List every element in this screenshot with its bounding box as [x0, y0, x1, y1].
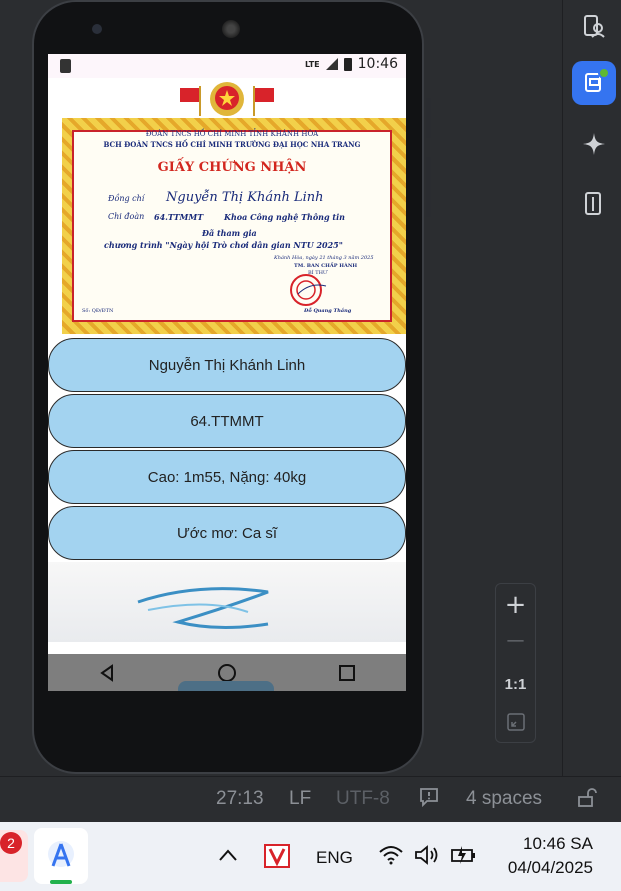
committee-text: TM. BAN CHẤP HÀNH	[294, 263, 358, 269]
body-stats-button[interactable]: Cao: 1m55, Nặng: 40kg	[48, 450, 406, 504]
dream-button[interactable]: Ước mơ: Ca sĩ	[48, 506, 406, 560]
volume-icon[interactable]	[414, 844, 440, 866]
certificate-title: GIẤY CHỨNG NHẬN	[157, 160, 307, 175]
battery-icon	[343, 57, 352, 71]
org-line-2: BCH ĐOÀN TNCS HỒ CHÍ MINH TRƯỜNG ĐẠI HỌC…	[103, 140, 361, 149]
gemini-sparkle-icon[interactable]	[572, 122, 616, 166]
official-seal-icon	[290, 274, 327, 306]
line-ending[interactable]: LF	[289, 788, 311, 810]
android-studio-taskbar-button[interactable]	[34, 828, 88, 884]
back-icon[interactable]	[98, 663, 116, 682]
taskbar-date[interactable]: 04/04/2025	[508, 858, 593, 878]
running-devices-icon[interactable]	[572, 61, 616, 105]
signal-icon	[325, 58, 338, 70]
wifi-icon[interactable]	[378, 844, 404, 866]
national-emblem-icon	[180, 82, 274, 116]
volume-button[interactable]	[426, 98, 431, 138]
zoom-in-button[interactable]: +	[496, 590, 535, 620]
read-only-lock-icon[interactable]	[576, 787, 598, 815]
program-text: chương trình "Ngày hội Trò chơi dân gian…	[104, 240, 343, 250]
battery-charging-icon[interactable]	[450, 844, 476, 866]
certificate-image: ĐOÀN TNCS HỒ CHÍ MINH TỈNH KHÁNH HÒA BCH…	[48, 78, 406, 338]
active-indicator-icon	[598, 67, 610, 79]
right-tool-window-bar	[562, 0, 621, 776]
recents-icon[interactable]	[338, 664, 356, 682]
language-indicator[interactable]: ENG	[316, 848, 353, 868]
water-splash-icon	[137, 587, 269, 630]
taskbar-time[interactable]: 10:46 SA	[523, 834, 593, 854]
place-date: Khánh Hòa, ngày 21 tháng 3 năm 2025	[274, 255, 374, 261]
fit-screen-icon[interactable]	[496, 712, 535, 736]
certificate-number: Số: QĐ/ĐTN	[82, 308, 114, 314]
windows-taskbar: 2 ENG 10:46 SA 04/04/2025	[0, 822, 621, 891]
bottom-handle	[178, 681, 274, 691]
indent-setting[interactable]: 4 spaces	[466, 788, 542, 810]
status-bar: LTE 10:46	[48, 54, 406, 78]
actual-size-button[interactable]: 1:1	[496, 676, 535, 693]
signer-name: Đỗ Quang Thắng	[304, 308, 352, 314]
earpiece-icon	[222, 20, 240, 38]
label-comrade: Đồng chí	[108, 194, 145, 203]
chevron-up-icon[interactable]	[218, 848, 238, 862]
org-line-1: ĐOÀN TNCS HỒ CHÍ MINH TỈNH KHÁNH HÒA	[145, 130, 319, 138]
network-type: LTE	[304, 59, 320, 69]
branch-value: 64.TTMMT	[154, 212, 204, 222]
name-button[interactable]: Nguyễn Thị Khánh Linh	[48, 338, 406, 392]
class-button[interactable]: 64.TTMMT	[48, 394, 406, 448]
participated-text: Đã tham gia	[202, 228, 257, 238]
faculty-value: Khoa Công nghệ Thông tin	[224, 212, 345, 222]
file-encoding[interactable]: UTF-8	[336, 788, 390, 810]
device-manager-icon[interactable]	[572, 4, 616, 48]
status-time: 10:46	[357, 56, 398, 72]
recipient-name: Nguyễn Thị Khánh Linh	[166, 190, 324, 205]
zoom-out-button[interactable]: —	[496, 630, 535, 651]
taskbar-app-partial[interactable]: 2	[0, 830, 28, 882]
power-button[interactable]	[426, 157, 431, 217]
problems-icon[interactable]	[418, 786, 440, 814]
front-camera-icon	[92, 24, 102, 34]
label-branch: Chi đoàn	[108, 212, 145, 221]
notification-badge: 2	[0, 832, 22, 854]
background-image	[48, 562, 406, 642]
certificate-body: ĐOÀN TNCS HỒ CHÍ MINH TỈNH KHÁNH HÒA BCH…	[72, 130, 392, 322]
device-mirroring-icon[interactable]	[572, 182, 616, 226]
caret-position[interactable]: 27:13	[216, 788, 264, 810]
unikey-icon[interactable]	[264, 844, 290, 868]
sd-card-icon	[60, 59, 71, 73]
running-indicator	[50, 880, 72, 884]
zoom-controls: + — 1:1	[495, 583, 536, 743]
home-icon[interactable]	[217, 663, 237, 683]
phone-screen: LTE 10:46 ĐOÀN TNCS HỒ CHÍ MINH TỈNH KHÁ…	[48, 54, 406, 691]
editor-status-bar: 27:13 LF UTF-8 4 spaces	[0, 776, 621, 822]
android-studio-icon	[48, 841, 74, 867]
